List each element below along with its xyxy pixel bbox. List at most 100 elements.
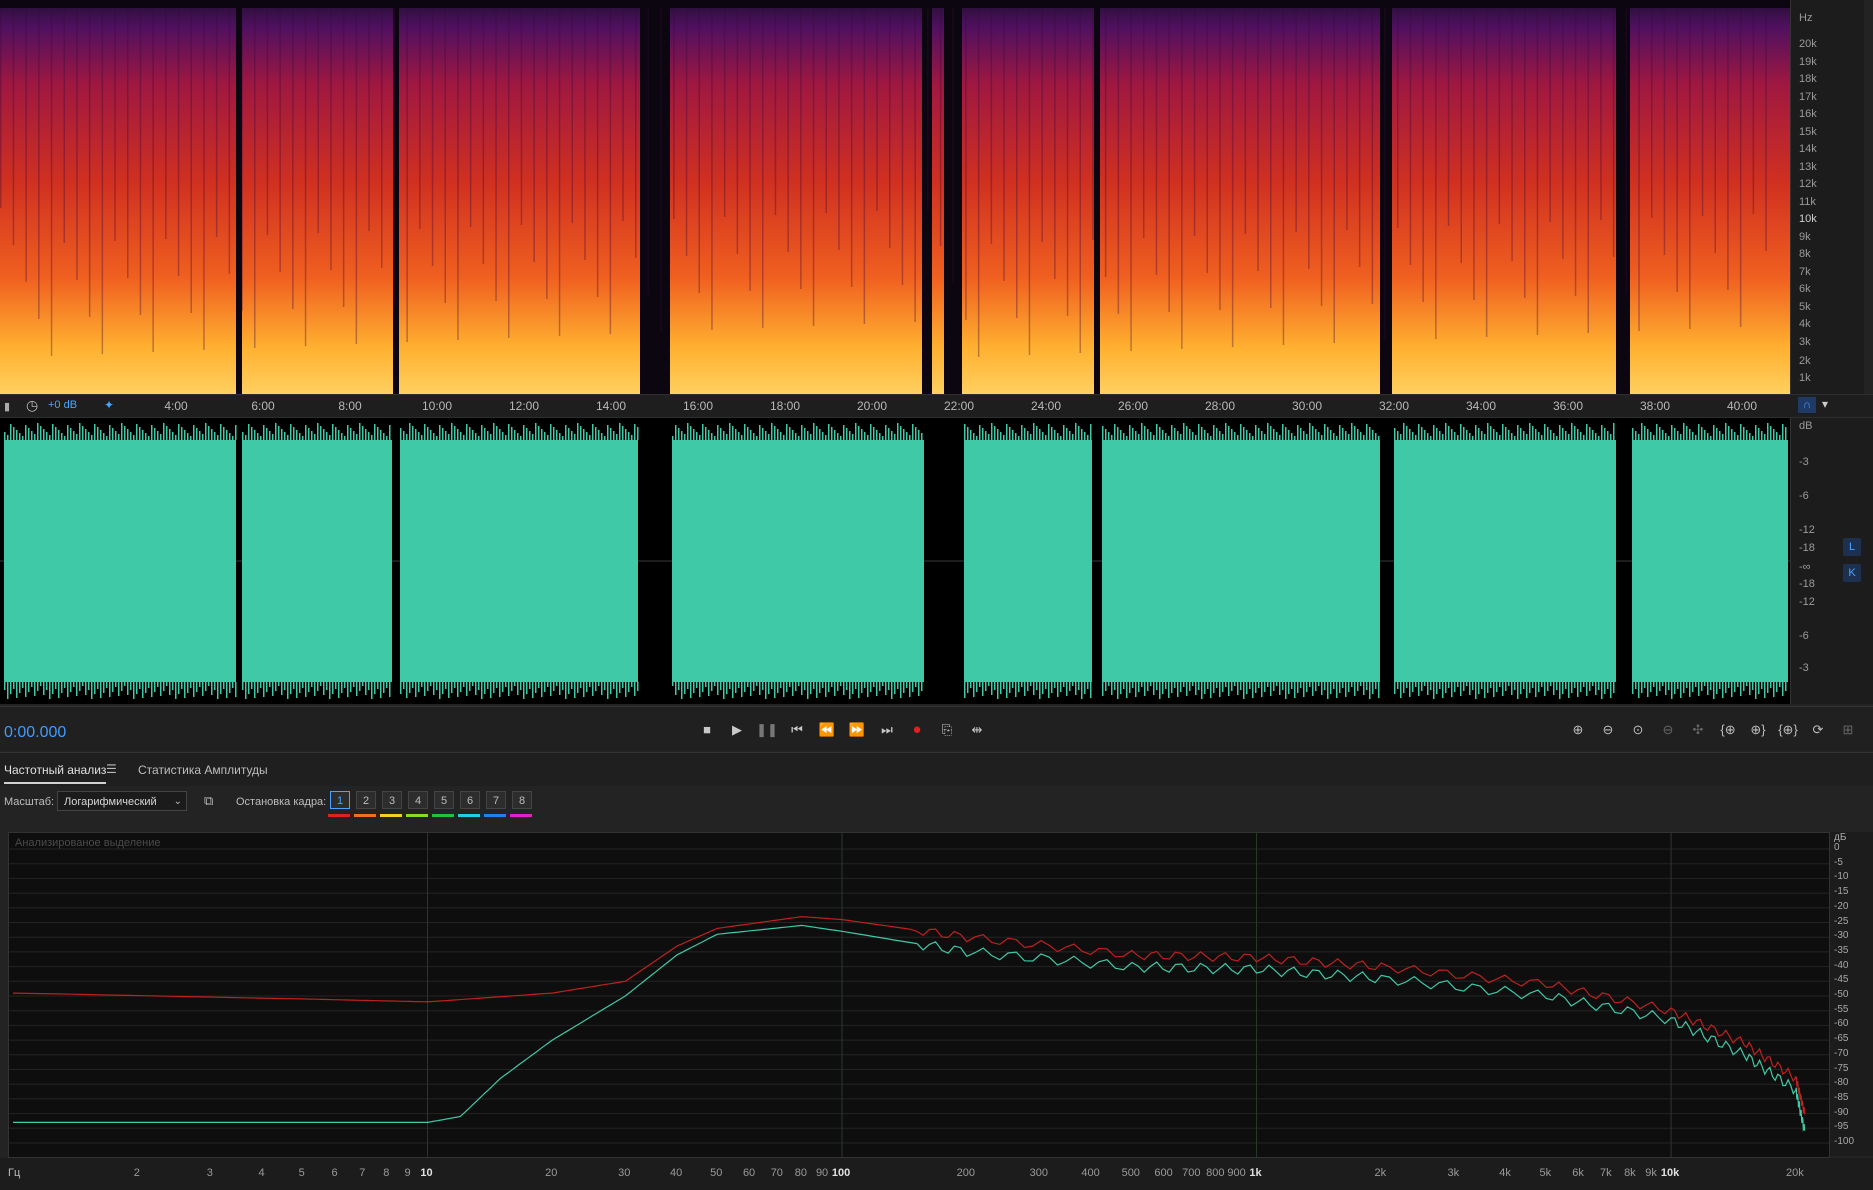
waveform-peak	[187, 682, 189, 693]
freeze-frame-button-8[interactable]: 8	[512, 791, 532, 809]
waveform-peak	[31, 431, 33, 440]
waveform-peak	[882, 436, 884, 440]
scale-select[interactable]: Логарифмический ⌄	[57, 791, 187, 811]
waveform-peak	[517, 682, 519, 695]
waveform-peak	[1668, 682, 1670, 690]
waveform-peak	[1490, 682, 1492, 688]
waveform-peak	[281, 682, 283, 695]
waveform-peak	[1351, 423, 1353, 440]
zoom-reset-icon[interactable]: ⊙	[1626, 719, 1650, 741]
zoom-disabled-1-icon[interactable]: ⊖	[1656, 719, 1680, 741]
zoom-out-amplitude-icon[interactable]: ⊖	[1596, 719, 1620, 741]
waveform-peak	[287, 435, 289, 440]
waveform-peak	[894, 682, 896, 694]
waveform-peak	[1565, 431, 1567, 440]
stop-button[interactable]: ■	[696, 719, 718, 741]
spectral-streak	[139, 8, 142, 315]
freeze-frame-button-1[interactable]: 1	[330, 791, 350, 809]
copy-icon[interactable]: ⧉	[204, 793, 213, 809]
waveform-peak	[1415, 435, 1417, 440]
loop-button[interactable]: ⎘	[936, 719, 958, 741]
channel-left-button[interactable]: L	[1843, 538, 1861, 556]
waveform-peak	[43, 429, 45, 440]
gain-readout[interactable]: +0 dB	[48, 399, 77, 411]
skip-selection-button[interactable]: ⇹	[966, 719, 988, 741]
waveform-peak	[976, 682, 978, 692]
clock-icon[interactable]: ◷	[26, 397, 38, 414]
waveform-peak	[52, 682, 54, 694]
record-button[interactable]: ●	[906, 719, 928, 741]
waveform-peak	[1544, 682, 1546, 696]
zoom-in-right-icon[interactable]: ⊕}	[1746, 719, 1770, 741]
waveform-peak	[436, 682, 438, 690]
waveform-peak	[1321, 435, 1323, 440]
zoom-selection-icon[interactable]: ⟳	[1806, 719, 1830, 741]
spectral-streak	[914, 8, 916, 322]
signal-icon[interactable]: ▮	[4, 400, 10, 413]
pin-icon[interactable]: ✦	[104, 398, 114, 412]
tab-amplitude-statistics[interactable]: Статистика Амплитуды	[138, 763, 268, 777]
waveform-peak	[610, 428, 612, 440]
waveform-view[interactable]	[0, 418, 1790, 704]
zoom-full-icon[interactable]: {⊕}	[1776, 719, 1800, 741]
spectral-streak	[1612, 8, 1615, 257]
waveform-peak	[1680, 434, 1682, 440]
timecode-display[interactable]: 0:00.000	[4, 724, 66, 742]
rewind-button[interactable]: ⏪	[816, 719, 838, 741]
tab-frequency-analysis[interactable]: Частотный анализ	[4, 763, 107, 784]
waveform-peak	[406, 682, 408, 698]
waveform-peak	[687, 423, 689, 440]
waveform-peak	[1300, 682, 1302, 688]
freeze-frame-button-6[interactable]: 6	[460, 791, 480, 809]
waveform-peak	[891, 682, 893, 699]
go-to-end-button[interactable]: ⏭	[876, 719, 898, 741]
waveform-peak	[1674, 428, 1676, 440]
freeze-frame-button-7[interactable]: 7	[486, 791, 506, 809]
zoom-disabled-2-icon[interactable]: ✣	[1686, 719, 1710, 741]
spectrogram-view[interactable]	[0, 0, 1790, 394]
waveform-peak	[879, 433, 881, 440]
pause-button[interactable]: ❚❚	[756, 719, 778, 741]
hz-tick-label: 3k	[1447, 1167, 1460, 1179]
zoom-disabled-3-icon[interactable]: ⊞	[1836, 719, 1860, 741]
waveform-peak	[1493, 682, 1495, 697]
waveform-peak	[88, 682, 90, 690]
waveform-peak	[311, 682, 313, 687]
timeline-ruler[interactable]: ▮ ◷ +0 dB ✦ 4:00 6:00 8:00 10:00 12:00 14:00 1…	[0, 394, 1873, 418]
waveform-peak	[4, 432, 6, 440]
hz-tick-label: 6k	[1572, 1167, 1584, 1179]
waveform-peak	[202, 682, 204, 696]
headphones-icon[interactable]: ∩	[1798, 397, 1816, 413]
marker-icon[interactable]: ▾	[1822, 397, 1828, 411]
freeze-frame-button-5[interactable]: 5	[434, 791, 454, 809]
waveform-peak	[1048, 424, 1050, 440]
channel-right-button[interactable]: K	[1843, 564, 1861, 582]
freeze-frame-button-3[interactable]: 3	[382, 791, 402, 809]
spectral-streak	[50, 8, 53, 356]
waveform-peak	[574, 682, 576, 698]
waveform-peak	[226, 430, 228, 440]
waveform-peak	[1246, 682, 1248, 694]
waveform-peak	[783, 435, 785, 440]
waveform-peak	[1189, 429, 1191, 440]
panel-menu-icon[interactable]: ☰	[106, 762, 117, 776]
waveform-peak	[242, 432, 244, 440]
fast-forward-button[interactable]: ⏩	[846, 719, 868, 741]
waveform-peak	[1544, 424, 1546, 440]
waveform-peak	[1123, 682, 1125, 689]
waveform-peak	[154, 428, 156, 440]
waveform-peak	[1514, 436, 1516, 440]
waveform-peak	[190, 682, 192, 688]
waveform-peak	[1279, 435, 1281, 440]
go-to-start-button[interactable]: ⏮	[786, 719, 808, 741]
waveform-peak	[837, 433, 839, 440]
freeze-frame-button-4[interactable]: 4	[408, 791, 428, 809]
waveform-peak	[1270, 426, 1272, 440]
freeze-frame-button-2[interactable]: 2	[356, 791, 376, 809]
waveform-peak	[598, 430, 600, 440]
play-button[interactable]: ▶	[726, 719, 748, 741]
zoom-in-amplitude-icon[interactable]: ⊕	[1566, 719, 1590, 741]
zoom-in-left-icon[interactable]: {⊕	[1716, 719, 1740, 741]
waveform-peak	[1761, 682, 1763, 689]
frequency-analysis-plot[interactable]: Анализированое выделение	[8, 832, 1830, 1158]
